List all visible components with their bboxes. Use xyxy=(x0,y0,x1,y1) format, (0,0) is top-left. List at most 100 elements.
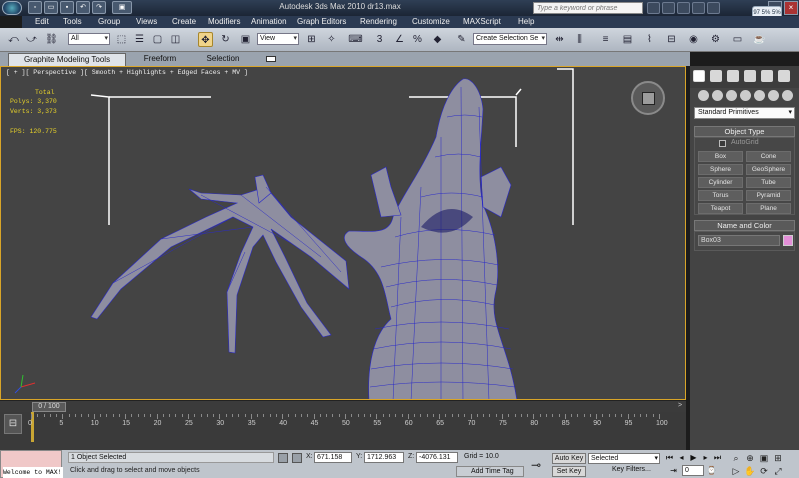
menu-views[interactable]: Views xyxy=(136,17,157,26)
ribbon-minimize-icon[interactable] xyxy=(266,56,276,62)
lock-icon[interactable] xyxy=(278,453,288,463)
window-crossing-icon[interactable]: ◫ xyxy=(168,32,183,47)
pivot-center-icon[interactable]: ⊞ xyxy=(304,32,319,47)
menu-customize[interactable]: Customize xyxy=(412,17,450,26)
align-icon[interactable]: ⫼ xyxy=(572,32,587,47)
tube-button[interactable]: Tube xyxy=(746,177,791,188)
set-key-button[interactable]: Set Key xyxy=(552,466,586,477)
manipulate-icon[interactable]: ✧ xyxy=(324,32,339,47)
zoom-extents-icon[interactable]: ▣ xyxy=(758,453,770,464)
maxscript-listener[interactable]: Welcome to MAX! xyxy=(0,450,63,478)
select-rotate-icon[interactable]: ↻ xyxy=(218,32,233,47)
autogrid-checkbox[interactable] xyxy=(719,140,726,147)
menu-graph-editors[interactable]: Graph Editors xyxy=(297,17,346,26)
perspective-viewport[interactable]: [ + ][ Perspective ][ Smooth + Highlight… xyxy=(0,66,686,400)
communication-icon[interactable] xyxy=(677,2,690,14)
reference-coord-select[interactable]: View xyxy=(257,33,299,45)
mirror-icon[interactable]: ⇹ xyxy=(552,32,567,47)
helpers-icon[interactable] xyxy=(754,90,765,101)
selection-filter-select[interactable]: All xyxy=(68,33,110,45)
key-filters-button[interactable]: Key Filters... xyxy=(612,466,651,473)
systems-icon[interactable] xyxy=(782,90,793,101)
favorites-icon[interactable] xyxy=(692,2,705,14)
plane-button[interactable]: Plane xyxy=(746,203,791,214)
play-icon[interactable]: ▶ xyxy=(688,453,699,463)
object-color-swatch[interactable] xyxy=(783,235,793,246)
go-to-end-icon[interactable]: ⏭ xyxy=(712,453,723,463)
menu-rendering[interactable]: Rendering xyxy=(360,17,397,26)
new-file-icon[interactable]: ▫ xyxy=(28,1,42,14)
key-mode-select[interactable]: Selected xyxy=(588,453,660,464)
edit-named-selection-icon[interactable]: ✎ xyxy=(454,32,469,47)
snap-toggle-icon[interactable]: 3 xyxy=(372,32,387,47)
next-frame-icon[interactable]: > xyxy=(675,402,685,412)
save-file-icon[interactable]: ▪ xyxy=(60,1,74,14)
link-icon[interactable]: ⛓ xyxy=(44,32,59,47)
render-setup-icon[interactable]: ⚙ xyxy=(708,32,723,47)
close-button[interactable]: × xyxy=(784,1,798,15)
pyramid-button[interactable]: Pyramid xyxy=(746,190,791,201)
tab-freeform[interactable]: Freeform xyxy=(130,53,190,66)
search-input[interactable] xyxy=(533,2,643,14)
select-scale-icon[interactable]: ▣ xyxy=(238,32,253,47)
key-mode-toggle-icon[interactable]: ⇥ xyxy=(668,466,679,476)
layer-manager-icon[interactable]: ≡ xyxy=(598,32,613,47)
rendered-frame-icon[interactable]: ▭ xyxy=(730,32,745,47)
help-icon[interactable] xyxy=(707,2,720,14)
current-frame-field[interactable]: 0 xyxy=(682,465,704,476)
menu-group[interactable]: Group xyxy=(98,17,120,26)
menu-tools[interactable]: Tools xyxy=(63,17,82,26)
utilities-tab-icon[interactable] xyxy=(778,70,790,82)
graphite-toggle-icon[interactable]: ▤ xyxy=(620,32,635,47)
app-logo-icon[interactable] xyxy=(2,1,22,15)
mini-curve-editor-icon[interactable]: ⊟ xyxy=(4,414,22,434)
name-color-rollout-title[interactable]: Name and Color xyxy=(694,220,795,231)
cone-button[interactable]: Cone xyxy=(746,151,791,162)
subscription-icon[interactable] xyxy=(662,2,675,14)
undo-tool-icon[interactable]: ⤺ xyxy=(6,32,21,47)
tab-selection[interactable]: Selection xyxy=(195,53,251,66)
search-icon[interactable] xyxy=(647,2,660,14)
geometry-icon[interactable] xyxy=(698,90,709,101)
menu-create[interactable]: Create xyxy=(172,17,196,26)
object-name-field[interactable] xyxy=(698,235,780,246)
percent-snap-icon[interactable]: % xyxy=(410,32,425,47)
next-key-icon[interactable]: ▸ xyxy=(700,453,711,463)
keyboard-shortcut-icon[interactable]: ⌨ xyxy=(348,32,363,47)
z-coordinate-field[interactable]: -4076.131 xyxy=(416,452,458,463)
curve-editor-icon[interactable]: ⌇ xyxy=(642,32,657,47)
tab-graphite-modeling-tools[interactable]: Graphite Modeling Tools xyxy=(8,53,126,66)
hierarchy-tab-icon[interactable] xyxy=(727,70,739,82)
previous-frame-icon[interactable]: ◂ xyxy=(676,453,687,463)
redo-icon[interactable]: ↷ xyxy=(92,1,106,14)
render-teapot-icon[interactable]: ☕ xyxy=(752,32,767,47)
select-object-icon[interactable]: ⬚ xyxy=(114,32,129,47)
menu-animation[interactable]: Animation xyxy=(251,17,287,26)
pan-icon[interactable]: ✋ xyxy=(744,466,756,477)
y-coordinate-field[interactable]: 1712.963 xyxy=(364,452,404,463)
modify-tab-icon[interactable] xyxy=(710,70,722,82)
box-button[interactable]: Box xyxy=(698,151,743,162)
zoom-all-icon[interactable]: ⊕ xyxy=(744,453,756,464)
set-key-icon[interactable]: ⊸ xyxy=(531,458,541,472)
teapot-button[interactable]: Teapot xyxy=(698,203,743,214)
field-of-view-icon[interactable]: ▷ xyxy=(730,466,742,477)
menu-help[interactable]: Help xyxy=(518,17,534,26)
track-bar[interactable]: ⊟ 0 5 10 15 20 25 30 35 40 45 50 55 60 65 70 75 80 85 90 95… xyxy=(0,412,686,450)
select-move-icon[interactable]: ✥ xyxy=(198,32,213,47)
maximize-viewport-icon[interactable]: ⤢ xyxy=(772,466,784,477)
zoom-extents-all-icon[interactable]: ⊞ xyxy=(772,453,784,464)
shapes-icon[interactable] xyxy=(712,90,723,101)
cylinder-button[interactable]: Cylinder xyxy=(698,177,743,188)
display-tab-icon[interactable] xyxy=(761,70,773,82)
menu-maxscript[interactable]: MAXScript xyxy=(463,17,501,26)
geosphere-button[interactable]: GeoSphere xyxy=(746,164,791,175)
project-folder-icon[interactable]: ▣ xyxy=(112,1,132,14)
select-by-name-icon[interactable]: ☰ xyxy=(132,32,147,47)
add-time-tag-button[interactable]: Add Time Tag xyxy=(456,466,524,477)
material-editor-icon[interactable]: ◉ xyxy=(686,32,701,47)
viewcube[interactable] xyxy=(631,81,665,115)
primitive-category-select[interactable]: Standard Primitives xyxy=(694,107,795,119)
motion-tab-icon[interactable] xyxy=(744,70,756,82)
zoom-icon[interactable]: ⌕ xyxy=(730,453,742,464)
